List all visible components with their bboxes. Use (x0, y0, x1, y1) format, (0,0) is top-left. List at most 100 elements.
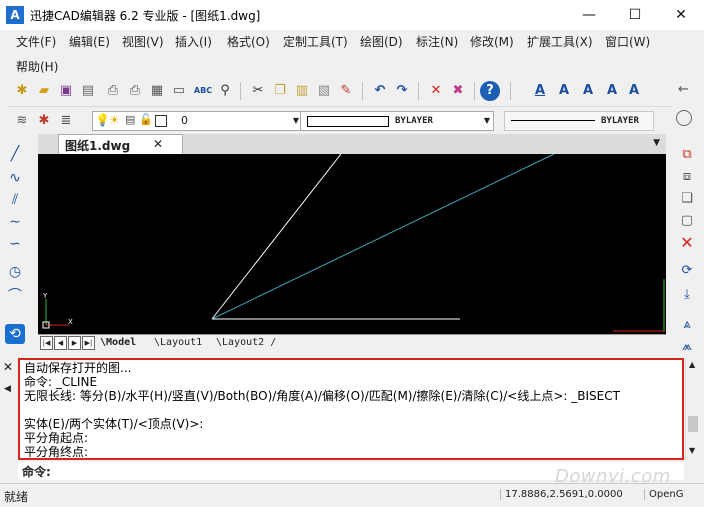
linetype-combo[interactable]: BYLAYER ▼ (300, 111, 494, 131)
array-icon[interactable]: ⩕ (676, 336, 698, 358)
move-icon[interactable]: ⤓ (676, 284, 698, 306)
match-properties-icon[interactable]: ✎ (336, 81, 356, 101)
find-icon[interactable]: ⚲ (215, 81, 235, 101)
command-window-handle: ✕ ◀ (0, 352, 16, 482)
lineweight-value: BYLAYER (601, 116, 639, 126)
document-tab-close[interactable]: ✕ (153, 137, 163, 151)
drawing-svg (42, 154, 665, 332)
polyline-tool-icon[interactable]: ∿ (5, 168, 25, 188)
menu-dimension[interactable]: 标注(N) (416, 33, 458, 50)
rotate-icon[interactable]: ⟳ (676, 260, 698, 282)
layout-tab-layout2[interactable]: \Layout2 / (216, 335, 276, 350)
menu-view[interactable]: 视图(V) (122, 33, 164, 50)
document-tab-label: 图纸1.dwg (65, 139, 131, 153)
print-preview-icon[interactable]: ⎙ (125, 81, 145, 101)
cyan-bisector-line[interactable] (211, 154, 555, 320)
refresh-icon[interactable]: ⟲ (5, 324, 25, 344)
layer-previous-icon[interactable]: ≣ (56, 111, 76, 131)
paste-special-icon[interactable]: ▧ (314, 81, 334, 101)
mirror-icon[interactable]: ⩓ (676, 314, 698, 336)
toolbar-separator (362, 82, 363, 100)
undo-icon[interactable]: ↶ (370, 81, 390, 101)
plot-icon[interactable]: ▦ (147, 81, 167, 101)
save-as-icon[interactable]: ▤ (78, 81, 98, 101)
arc-tool-icon[interactable]: ∼ (5, 212, 25, 232)
prev-layout-icon[interactable]: ◀ (54, 336, 67, 350)
command-scrollbar[interactable]: ▲ ▼ (685, 358, 701, 460)
purge-icon[interactable]: ✖ (448, 81, 468, 101)
menu-format[interactable]: 格式(O) (227, 33, 270, 50)
menu-custom-tools[interactable]: 定制工具(T) (283, 33, 348, 50)
spellcheck-icon[interactable]: ABC (193, 81, 213, 101)
save-icon[interactable]: ▣ (56, 81, 76, 101)
line-tool-icon[interactable]: ╱ (5, 144, 25, 164)
document-tab[interactable]: 图纸1.dwg ✕ (58, 134, 183, 154)
toolbar-separator (510, 82, 511, 100)
toolbar-separator (474, 82, 475, 100)
menu-modify[interactable]: 修改(M) (470, 33, 514, 50)
paste-icon[interactable]: ▥ (292, 81, 312, 101)
menu-insert[interactable]: 插入(I) (175, 33, 212, 50)
print-icon[interactable]: ⎙ (103, 81, 123, 101)
scroll-thumb[interactable] (688, 416, 698, 432)
text-edit-icon[interactable]: A (554, 81, 574, 101)
minimize-button[interactable]: — (566, 0, 612, 30)
text-style-icon[interactable]: A (530, 81, 550, 101)
menu-file[interactable]: 文件(F) (16, 33, 56, 50)
layer-name: 0 (181, 114, 188, 127)
close-command-icon[interactable]: ✕ (3, 360, 13, 374)
layout-tab-layout1[interactable]: \Layout1 (154, 335, 202, 350)
delete-icon[interactable]: ✕ (426, 81, 446, 101)
lightbulb-icon: 💡 (95, 113, 110, 127)
first-layout-icon[interactable]: |◀ (40, 336, 53, 350)
cut-icon[interactable]: ✂ (248, 81, 268, 101)
white-xline[interactable] (211, 154, 342, 320)
layer-state-icon[interactable]: ✱ (34, 111, 54, 131)
document-icon[interactable]: ▭ (169, 81, 189, 101)
properties-toolbar: ≋ ✱ ≣ 💡 ☀ ▤ 🔓 0 ▼ BYLAYER ▼ BYLAYER (8, 108, 672, 134)
window-title: 迅捷CAD编辑器 6.2 专业版 - [图纸1.dwg] (30, 9, 261, 23)
menu-help[interactable]: 帮助(H) (16, 58, 58, 75)
menu-draw[interactable]: 绘图(D) (360, 33, 403, 50)
maximize-button[interactable]: ☐ (612, 0, 658, 30)
collapse-command-icon[interactable]: ◀ (4, 384, 11, 394)
next-layout-icon[interactable]: ▶ (68, 336, 81, 350)
copy-object-icon[interactable]: ⧈ (676, 166, 698, 188)
tab-list-chevron-icon[interactable]: ▼ (653, 138, 660, 148)
select-icon[interactable]: ⧉ (676, 144, 698, 166)
spline-tool-icon[interactable]: ∽ (5, 234, 25, 254)
help-icon[interactable]: ? (480, 81, 500, 101)
text-format-icon[interactable]: A (578, 81, 598, 101)
redo-icon[interactable]: ↷ (392, 81, 412, 101)
drawing-canvas[interactable]: Y X (38, 154, 666, 334)
new-file-icon[interactable]: ✱ (12, 81, 32, 101)
scroll-up-icon[interactable]: ▲ (689, 360, 695, 369)
arrow-left-icon[interactable]: ← (678, 82, 689, 97)
text-find-icon[interactable]: A (624, 81, 644, 101)
circle-tool-icon[interactable] (676, 110, 692, 126)
toolbar-separator (418, 82, 419, 100)
layer-combo[interactable]: 💡 ☀ ▤ 🔓 0 ▼ (92, 111, 304, 131)
last-layout-icon[interactable]: ▶| (82, 336, 95, 350)
status-bar: 就绪 17.8886,2.5691,0.0000 OpenG (0, 483, 704, 507)
copy-icon[interactable]: ❐ (270, 81, 290, 101)
paste-object-icon[interactable]: ❏ (676, 188, 698, 210)
menu-extension-tools[interactable]: 扩展工具(X) (527, 33, 593, 50)
text-brush-icon[interactable]: A (602, 81, 622, 101)
ellipse-arc-icon[interactable]: ⌒ (5, 286, 25, 306)
layers-icon[interactable]: ≋ (12, 111, 32, 131)
scroll-down-icon[interactable]: ▼ (689, 446, 695, 455)
status-renderer[interactable]: OpenG (644, 489, 683, 500)
circle-draw-icon[interactable]: ◷ (5, 262, 25, 282)
lineweight-combo[interactable]: BYLAYER (504, 111, 654, 131)
open-folder-icon[interactable]: ▰ (34, 81, 54, 101)
menu-window[interactable]: 窗口(W) (605, 33, 650, 50)
lock-icon: 🔓 (139, 113, 153, 126)
layout-tab-model[interactable]: \Model (100, 335, 136, 350)
menu-edit[interactable]: 编辑(E) (69, 33, 110, 50)
close-button[interactable]: ✕ (658, 0, 704, 30)
lineweight-preview (511, 120, 595, 121)
block-icon[interactable]: ▢ (676, 210, 698, 232)
erase-icon[interactable]: ✕ (676, 232, 698, 254)
xline-tool-icon[interactable]: ⫽ (5, 190, 25, 210)
